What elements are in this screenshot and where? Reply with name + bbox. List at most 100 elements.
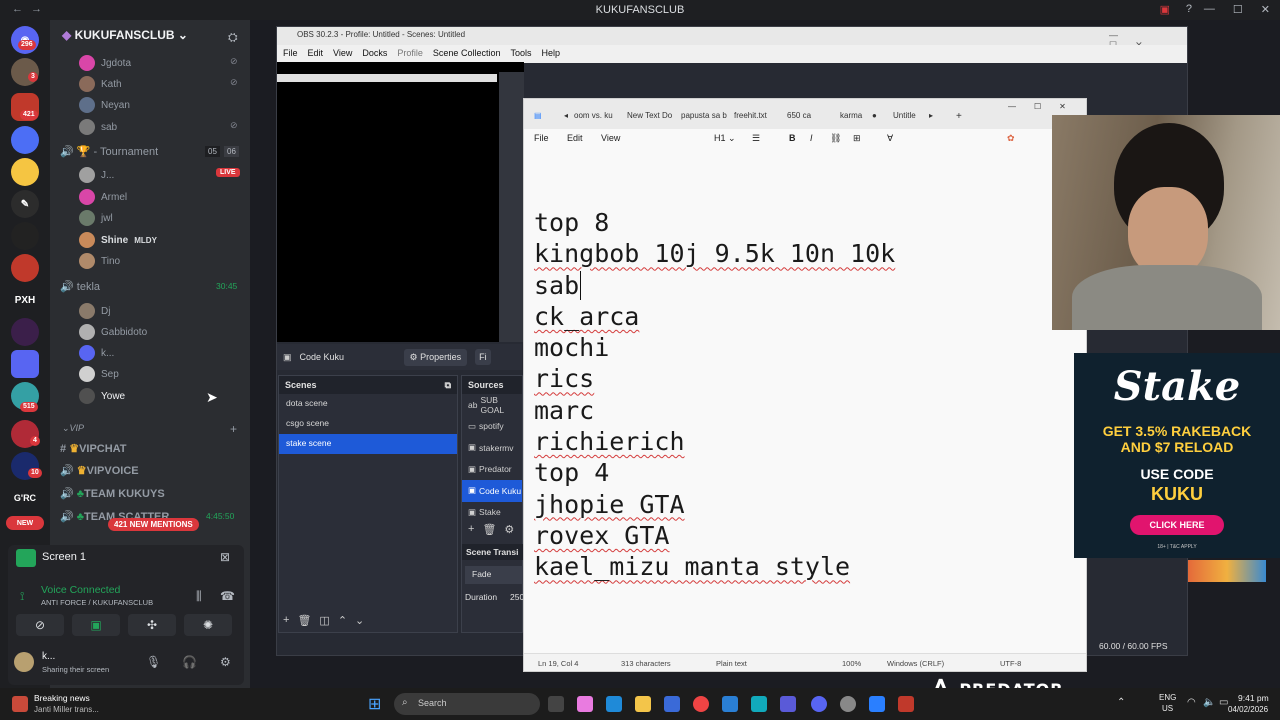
store-icon[interactable]: [664, 696, 680, 712]
menu-docks[interactable]: Docks: [362, 48, 387, 60]
format[interactable]: Plain text: [716, 659, 747, 668]
transition-select[interactable]: Fade: [465, 566, 523, 584]
voice-user[interactable]: Yowe: [79, 388, 125, 404]
popout-icon[interactable]: ⊠: [220, 550, 230, 564]
disconnect-icon[interactable]: ☎: [220, 589, 235, 603]
menu-view[interactable]: View: [601, 133, 620, 143]
menu-file[interactable]: File: [283, 48, 298, 60]
teams-icon[interactable]: [780, 696, 796, 712]
server-icon[interactable]: [11, 222, 39, 250]
mail-icon[interactable]: [722, 696, 738, 712]
server-icon-grc[interactable]: G'RC: [11, 484, 39, 512]
heading-dropdown[interactable]: H1 ⌄: [714, 133, 736, 144]
tab-scroll-left-icon[interactable]: ◂: [564, 111, 568, 120]
gear-icon[interactable]: ⚙: [504, 523, 514, 536]
zoom-level[interactable]: 100%: [842, 659, 861, 668]
tab[interactable]: papusta sa b: [681, 111, 727, 120]
notepad-window-controls[interactable]: —☐✕: [1008, 102, 1084, 111]
scene-item[interactable]: csgo scene: [279, 414, 457, 434]
add-icon[interactable]: +: [283, 614, 289, 627]
voice-user[interactable]: Jgdota: [79, 55, 131, 71]
mic-icon[interactable]: 🎙: [146, 655, 161, 669]
obs-taskbar-icon[interactable]: [840, 696, 856, 712]
inbox-icon[interactable]: ▣: [1160, 3, 1170, 16]
clear-formatting-icon[interactable]: Ɐ: [887, 133, 893, 144]
encoding[interactable]: UTF-8: [1000, 659, 1021, 668]
menu-file[interactable]: File: [534, 133, 549, 143]
screen-share-button[interactable]: ▣: [72, 614, 120, 636]
table-icon[interactable]: ⊞: [853, 133, 861, 144]
news-title[interactable]: Breaking news: [34, 693, 90, 703]
channel-team-kukuys[interactable]: 🔊 ♣TEAM KUKUYS: [60, 487, 165, 500]
scene-filter-icon[interactable]: ◫: [319, 614, 329, 627]
server-icon[interactable]: [11, 158, 39, 186]
voice-user[interactable]: Tino: [79, 253, 120, 269]
source-item[interactable]: ▭ spotify: [462, 416, 522, 438]
source-item[interactable]: ▣ Stake: [462, 502, 522, 524]
menu-tools[interactable]: Tools: [510, 48, 531, 60]
list-icon[interactable]: ☰: [752, 133, 760, 144]
volume-icon[interactable]: 🔈: [1203, 697, 1215, 708]
server-icon-pxh[interactable]: PXH: [11, 286, 39, 314]
new-tab-icon[interactable]: +: [956, 111, 962, 122]
task-view-icon[interactable]: [548, 696, 564, 712]
link-icon[interactable]: ⛓: [830, 133, 841, 144]
window-controls[interactable]: — ☐ ✕: [1204, 3, 1270, 16]
menu-help[interactable]: Help: [541, 48, 560, 60]
server-icon[interactable]: [11, 254, 39, 282]
move-down-icon[interactable]: ⌄: [355, 614, 364, 627]
voice-user[interactable]: J...: [79, 167, 114, 183]
trash-icon[interactable]: 🗑: [297, 614, 311, 627]
voice-user[interactable]: Armel: [79, 189, 127, 205]
bold-icon[interactable]: B: [789, 133, 796, 143]
scene-item-selected[interactable]: stake scene: [279, 434, 457, 454]
menu-edit[interactable]: Edit: [308, 48, 324, 60]
voice-location[interactable]: ANTI FORCE / KUKUFANSCLUB: [41, 598, 153, 607]
headphones-icon[interactable]: 🎧: [182, 655, 197, 669]
add-icon[interactable]: +: [468, 523, 474, 536]
voice-status[interactable]: Voice Connected: [41, 584, 120, 596]
voice-user[interactable]: Shine MLDY: [79, 232, 157, 248]
server-icon[interactable]: ✎: [11, 190, 39, 218]
tab[interactable]: oom vs. ku: [574, 111, 613, 120]
tab[interactable]: freehit.txt: [734, 111, 767, 120]
source-item[interactable]: ▣ stakermv: [462, 437, 522, 459]
tab[interactable]: 650 ca: [787, 111, 811, 120]
camera-toggle-button[interactable]: ⊘: [16, 614, 64, 636]
app-icon[interactable]: [751, 696, 767, 712]
menu-profile[interactable]: Profile: [397, 48, 423, 60]
filters-button[interactable]: Fi: [475, 349, 491, 365]
app-icon[interactable]: [898, 696, 914, 712]
voice-user[interactable]: Gabbidoto: [79, 324, 147, 340]
obs-preview[interactable]: [277, 62, 524, 342]
copilot-taskbar-icon[interactable]: [577, 696, 593, 712]
discord-taskbar-icon[interactable]: [811, 696, 827, 712]
copilot-icon[interactable]: ✿: [1007, 133, 1015, 144]
folder-icon[interactable]: [11, 350, 39, 378]
tray-chevron-icon[interactable]: ⌃: [1117, 697, 1125, 708]
voice-user[interactable]: Kath: [79, 76, 122, 92]
news-subtitle[interactable]: Janti Miller trans...: [34, 705, 99, 714]
italic-icon[interactable]: I: [810, 133, 813, 143]
region[interactable]: US: [1162, 704, 1173, 713]
tab[interactable]: Untitle: [893, 111, 916, 120]
voice-user[interactable]: Dj: [79, 303, 110, 319]
click-here-button[interactable]: CLICK HERE: [1130, 515, 1224, 535]
voice-channel-tournament[interactable]: 🔊 🏆 - Tournament: [60, 145, 158, 158]
voice-user[interactable]: Neyan: [79, 97, 130, 113]
tab[interactable]: karma: [840, 111, 862, 120]
menu-edit[interactable]: Edit: [567, 133, 583, 143]
new-badge[interactable]: NEW: [6, 516, 44, 530]
source-item[interactable]: ab SUB GOAL: [462, 394, 522, 416]
wifi-icon[interactable]: ◠: [1187, 697, 1196, 708]
tab[interactable]: New Text Do: [627, 111, 672, 120]
menu-scene-collection[interactable]: Scene Collection: [433, 48, 501, 60]
category-vip[interactable]: ⌄VIP: [62, 423, 84, 434]
user-avatar[interactable]: [14, 652, 34, 672]
move-up-icon[interactable]: ⌃: [338, 614, 347, 627]
notepad-taskbar-icon[interactable]: [869, 696, 885, 712]
taskbar-search[interactable]: ⌕ Search: [394, 693, 540, 715]
chrome-icon[interactable]: [693, 696, 709, 712]
notepad-document[interactable]: top 8 kingbob 10j 9.5k 10n 10k sab ck_arca m…: [534, 207, 895, 583]
file-explorer-icon[interactable]: [635, 696, 651, 712]
